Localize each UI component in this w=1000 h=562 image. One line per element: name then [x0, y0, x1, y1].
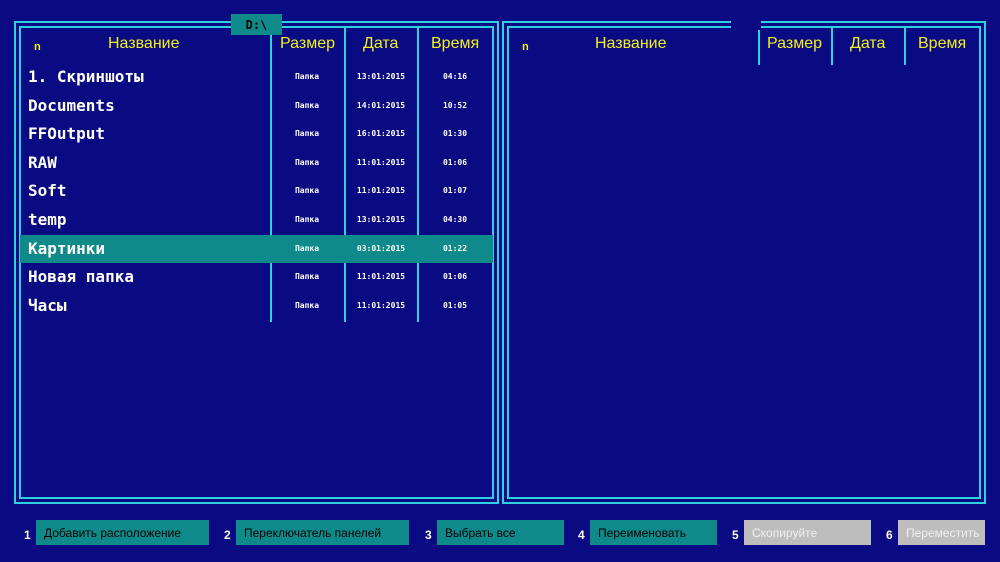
- column-header-n[interactable]: n: [34, 41, 41, 53]
- fkey-number: 4: [578, 528, 585, 542]
- column-header-name[interactable]: Название: [595, 35, 667, 53]
- file-time: 01:30: [442, 129, 468, 138]
- fkey-number: 2: [224, 528, 231, 542]
- file-time: 01:07: [442, 186, 468, 195]
- file-size: Папка: [294, 215, 320, 224]
- column-header-date[interactable]: Дата: [850, 35, 885, 53]
- fkey-number: 3: [425, 528, 432, 542]
- select-all-button[interactable]: Выбрать все: [437, 520, 564, 545]
- file-name: Новая папка: [28, 267, 134, 286]
- right-file-panel[interactable]: [502, 21, 986, 504]
- file-date: 13:01:2015: [356, 72, 406, 81]
- file-time: 01:22: [442, 244, 468, 253]
- column-header-time[interactable]: Время: [431, 35, 479, 53]
- file-name: 1. Скриншоты: [28, 67, 144, 86]
- file-name: Картинки: [28, 239, 106, 258]
- file-time: 01:06: [442, 272, 468, 281]
- column-divider: [831, 28, 833, 65]
- file-size: Папка: [294, 129, 320, 138]
- copy-button[interactable]: Скопируйте: [744, 520, 871, 545]
- file-row[interactable]: FFOutput Папка 16:01:2015 01:30: [20, 120, 493, 148]
- file-row[interactable]: Soft Папка 11:01:2015 01:07: [20, 177, 493, 205]
- file-size: Папка: [294, 72, 320, 81]
- file-name: Documents: [28, 96, 115, 115]
- column-header-n[interactable]: n: [522, 41, 529, 53]
- fkey-number: 5: [732, 528, 739, 542]
- file-row[interactable]: Часы Папка 11:01:2015 01:05: [20, 292, 493, 320]
- file-name: Soft: [28, 181, 67, 200]
- column-header-name[interactable]: Название: [108, 35, 180, 53]
- panel-tab-gap: [731, 18, 761, 30]
- column-header-size[interactable]: Размер: [767, 35, 822, 53]
- file-time: 01:06: [442, 158, 468, 167]
- add-location-button[interactable]: Добавить расположение: [36, 520, 209, 545]
- column-divider: [758, 28, 760, 65]
- file-row[interactable]: Documents Папка 14:01:2015 10:52: [20, 92, 493, 120]
- file-size: Папка: [294, 101, 320, 110]
- file-time: 04:16: [442, 72, 468, 81]
- file-name: temp: [28, 210, 67, 229]
- file-time: 04:30: [442, 215, 468, 224]
- file-name: FFOutput: [28, 124, 106, 143]
- file-row[interactable]: temp Папка 13:01:2015 04:30: [20, 206, 493, 234]
- file-time: 01:05: [442, 301, 468, 310]
- file-name: RAW: [28, 153, 57, 172]
- file-size: Папка: [294, 301, 320, 310]
- file-name: Часы: [28, 296, 67, 315]
- file-row[interactable]: 1. Скриншоты Папка 13:01:2015 04:16: [20, 63, 493, 91]
- file-size: Папка: [294, 186, 320, 195]
- move-button[interactable]: Переместить: [898, 520, 985, 545]
- column-header-time[interactable]: Время: [918, 35, 966, 53]
- column-header-size[interactable]: Размер: [280, 35, 335, 53]
- file-date: 11:01:2015: [356, 301, 406, 310]
- file-date: 14:01:2015: [356, 101, 406, 110]
- column-divider: [904, 28, 906, 65]
- file-size: Папка: [294, 244, 320, 253]
- rename-button[interactable]: Переименовать: [590, 520, 717, 545]
- file-date: 16:01:2015: [356, 129, 406, 138]
- switch-panels-button[interactable]: Переключатель панелей: [236, 520, 409, 545]
- file-size: Папка: [294, 272, 320, 281]
- file-date: 11:01:2015: [356, 272, 406, 281]
- file-date: 03:01:2015: [356, 244, 406, 253]
- fkey-number: 1: [24, 528, 31, 542]
- file-date: 11:01:2015: [356, 158, 406, 167]
- current-path-label: D:\: [231, 14, 282, 35]
- file-date: 13:01:2015: [356, 215, 406, 224]
- file-date: 11:01:2015: [356, 186, 406, 195]
- file-row[interactable]: Новая папка Папка 11:01:2015 01:06: [20, 263, 493, 291]
- file-time: 10:52: [442, 101, 468, 110]
- file-row[interactable]: RAW Папка 11:01:2015 01:06: [20, 149, 493, 177]
- column-header-date[interactable]: Дата: [363, 35, 398, 53]
- file-size: Папка: [294, 158, 320, 167]
- fkey-number: 6: [886, 528, 893, 542]
- file-row-selected[interactable]: Картинки Папка 03:01:2015 01:22: [20, 235, 493, 263]
